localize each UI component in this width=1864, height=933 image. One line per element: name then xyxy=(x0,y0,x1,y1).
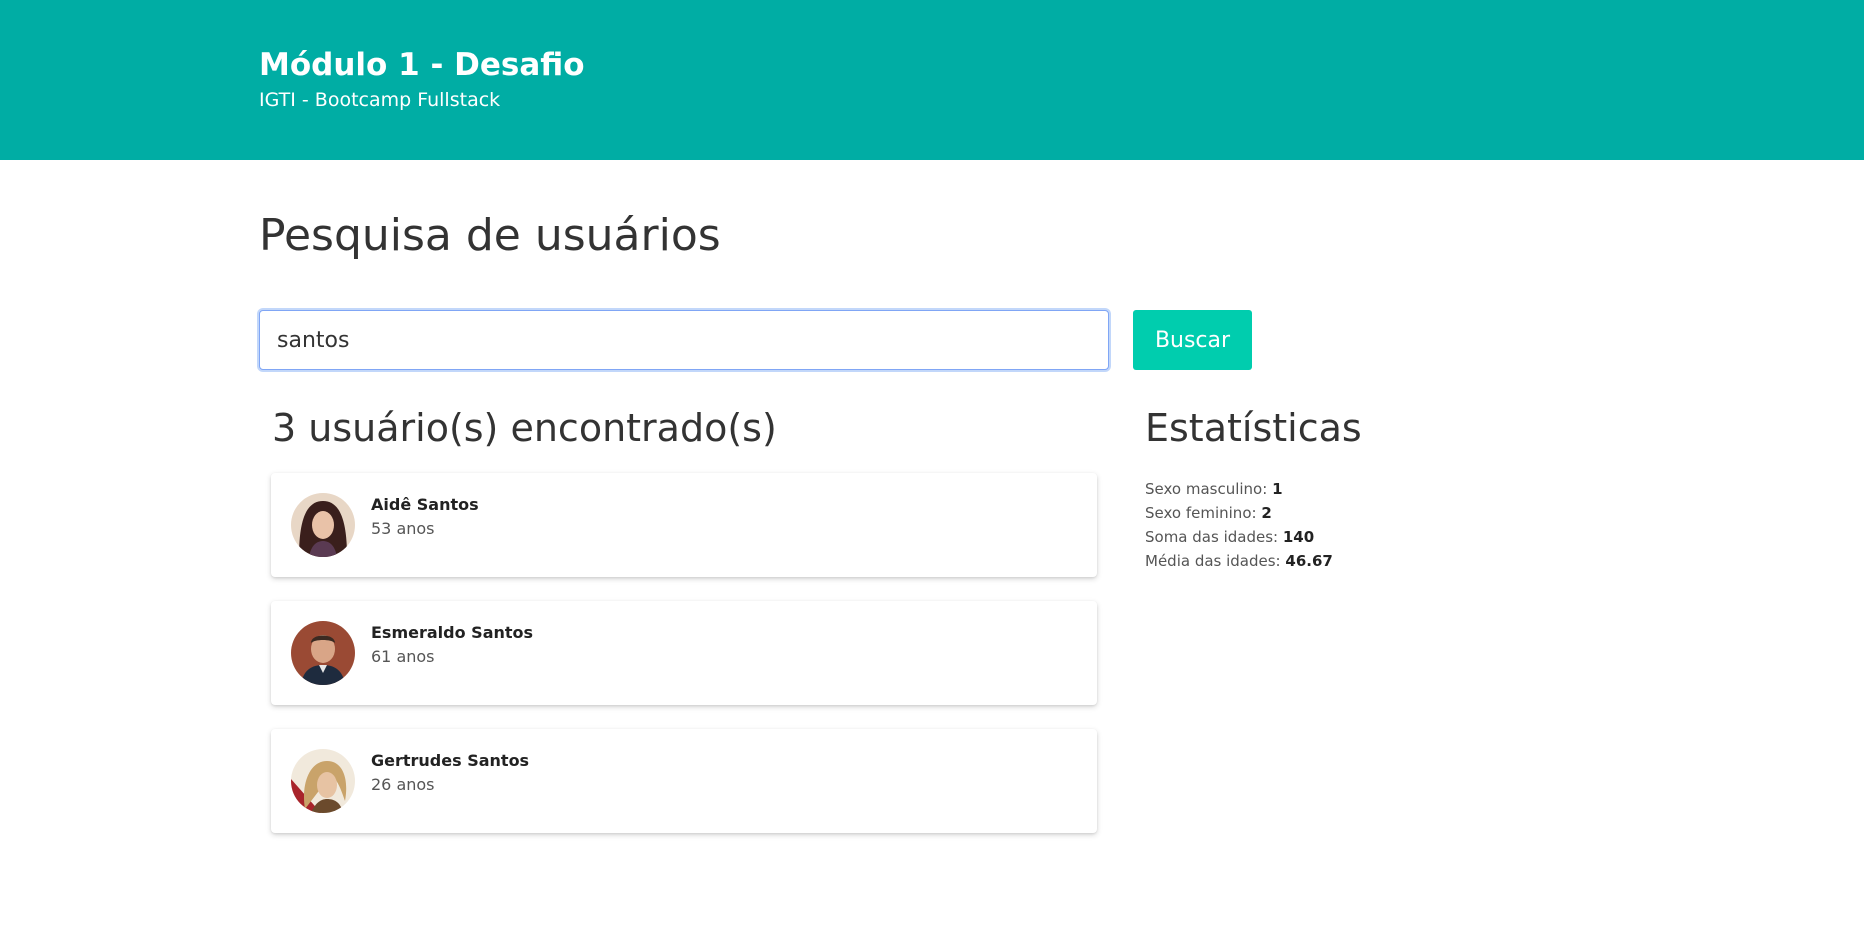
stat-value: 1 xyxy=(1272,480,1283,498)
search-input[interactable] xyxy=(259,310,1109,370)
stat-age-sum: Soma das idades: 140 xyxy=(1145,525,1333,549)
male-avatar-icon xyxy=(291,621,355,685)
stat-value: 2 xyxy=(1261,504,1272,522)
page-title: Pesquisa de usuários xyxy=(259,210,721,261)
stats-title: Estatísticas xyxy=(1145,406,1362,450)
user-avatar xyxy=(291,493,355,557)
stat-value: 140 xyxy=(1282,528,1315,546)
stat-label: Sexo feminino: xyxy=(1145,504,1262,522)
user-name: Aidê Santos xyxy=(371,495,479,514)
user-card: Aidê Santos 53 anos xyxy=(271,473,1097,577)
stat-male-count: Sexo masculino: 1 xyxy=(1145,477,1333,501)
user-name: Esmeraldo Santos xyxy=(371,623,534,642)
user-avatar xyxy=(291,749,355,813)
search-button[interactable]: Buscar xyxy=(1133,310,1252,370)
user-card: Esmeraldo Santos 61 anos xyxy=(271,601,1097,705)
user-name: Gertrudes Santos xyxy=(371,751,530,770)
stat-label: Sexo masculino: xyxy=(1145,480,1273,498)
user-age: 26 anos xyxy=(371,775,435,794)
stat-label: Média das idades: xyxy=(1145,552,1286,570)
header-bar: Módulo 1 - Desafio IGTI - Bootcamp Fulls… xyxy=(0,0,1864,160)
stat-label: Soma das idades: xyxy=(1145,528,1283,546)
stat-age-average: Média das idades: 46.67 xyxy=(1145,549,1333,573)
user-card: Gertrudes Santos 26 anos xyxy=(271,729,1097,833)
user-age: 53 anos xyxy=(371,519,435,538)
stat-value: 46.67 xyxy=(1285,552,1333,570)
header-title: Módulo 1 - Desafio xyxy=(259,47,585,83)
results-count-title: 3 usuário(s) encontrado(s) xyxy=(272,406,777,450)
user-age: 61 anos xyxy=(371,647,435,666)
stats-list: Sexo masculino: 1 Sexo feminino: 2 Soma … xyxy=(1145,477,1333,573)
stat-female-count: Sexo feminino: 2 xyxy=(1145,501,1333,525)
female-avatar-icon xyxy=(291,493,355,557)
female-avatar-icon xyxy=(291,749,355,813)
header-subtitle: IGTI - Bootcamp Fullstack xyxy=(259,89,501,111)
user-avatar xyxy=(291,621,355,685)
